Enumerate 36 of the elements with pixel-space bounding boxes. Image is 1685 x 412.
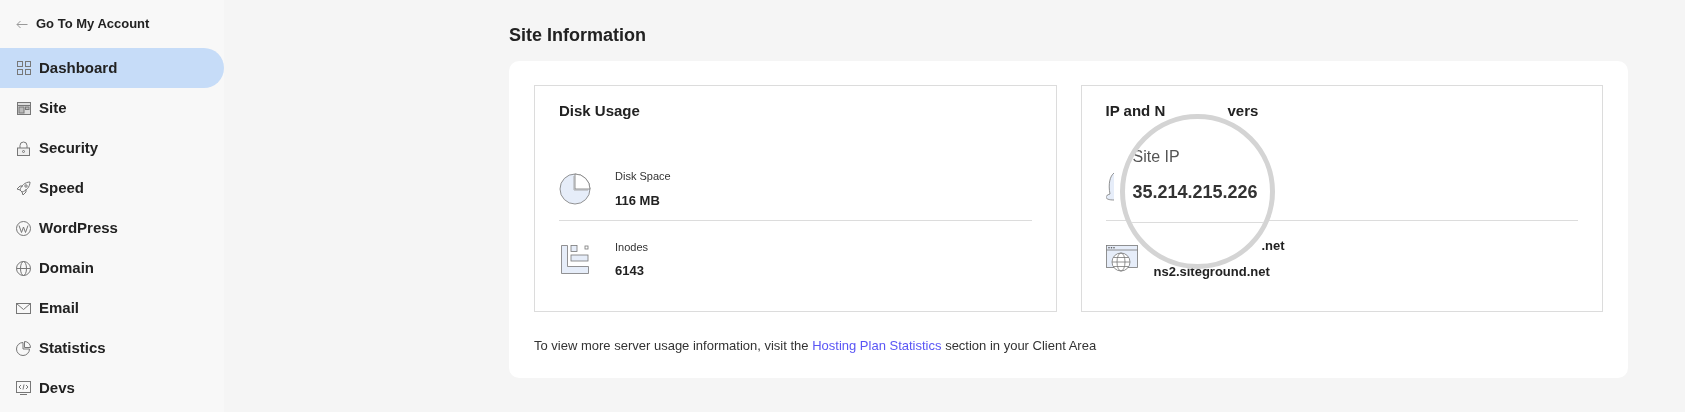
stat-label: Inodes [615,239,649,255]
code-window-icon [16,381,31,395]
name-server: .net [1261,237,1285,255]
wordpress-icon [16,220,31,236]
web-globe-icon [1105,244,1138,273]
panel-title: vers [1227,101,1259,121]
lock-icon [17,140,30,156]
stat-value: 6143 [615,262,645,280]
nav-item[interactable]: Domain [0,248,224,288]
nav-item[interactable]: Security [0,128,224,168]
layout-icon [16,101,31,115]
back-arrow-icon [16,19,28,29]
pie-chart-icon [16,340,31,356]
nav-item[interactable]: Site [0,88,224,128]
back-link[interactable]: Go To My Account [0,14,224,34]
nav-item[interactable]: Speed [0,168,224,208]
name-server: ns2.siteground.net [1153,262,1271,281]
stat-value: 116 MB [615,191,661,210]
nav-item[interactable]: WordPress [0,208,224,248]
pie-chart-icon [559,173,591,205]
stat-label: Disk Space [615,169,671,184]
globe-icon [16,260,31,276]
nav-item[interactable]: Devs [0,368,224,408]
nav-item[interactable]: Dashboard [0,48,224,88]
blocks-icon [561,245,589,274]
mail-icon [16,302,31,314]
statistics-link[interactable]: Hosting Plan Statistics [812,338,942,353]
stat-value: 35.214.215.226 [1132,181,1258,204]
rocket-icon [16,180,31,196]
grid-icon [16,61,31,75]
page-title: Site Information [509,24,647,46]
nav-item[interactable]: Statistics [0,328,224,368]
footer-note: To view more server usage information, visit the Hosting Plan Statistics section in your Client Area [534,337,1098,355]
nav-item[interactable]: Email [0,288,224,328]
panel-title: Disk Usage [559,101,641,120]
panel-title: IP and N [1105,101,1166,120]
